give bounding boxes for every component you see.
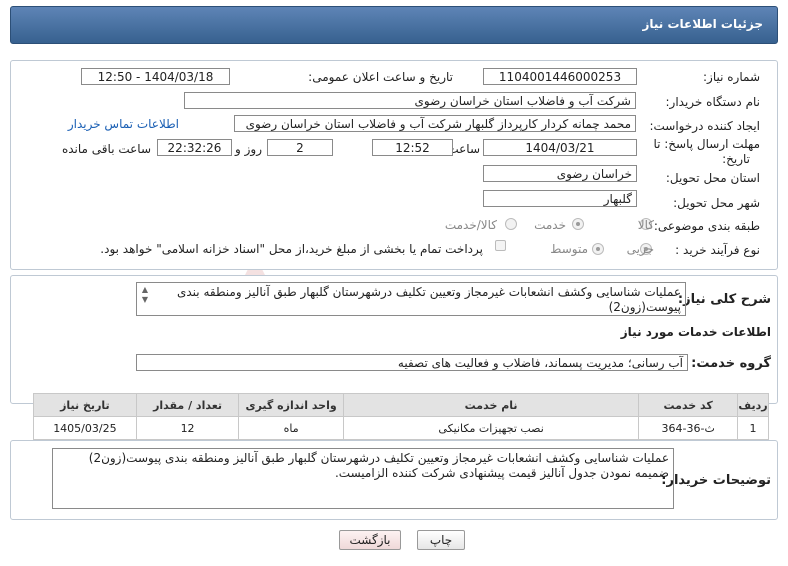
deadline-label: مهلت ارسال پاسخ: تا bbox=[653, 137, 760, 151]
category-radio-goods-service[interactable] bbox=[505, 218, 517, 230]
col-service-code: کد خدمت bbox=[638, 393, 739, 417]
city-field[interactable]: گلبهار bbox=[483, 190, 637, 207]
deadline-date-field[interactable]: 1404/03/21 bbox=[483, 139, 637, 156]
days-field[interactable]: 2 bbox=[267, 139, 333, 156]
province-label: استان محل تحویل: bbox=[665, 171, 760, 185]
cell-quantity: 12 bbox=[135, 416, 240, 440]
service-group-field[interactable]: آب رسانی؛ مدیریت پسماند، فاضلاب و فعالیت… bbox=[136, 354, 688, 371]
page-title: جزئیات اطلاعات نیاز bbox=[642, 17, 763, 31]
days-label: روز و bbox=[235, 142, 262, 156]
process-label: نوع فرآیند خرید : bbox=[675, 243, 760, 257]
cell-service-code: ث-36-364 bbox=[638, 416, 739, 440]
summary-text: عملیات شناسایی وکشف انشعابات غیرمجاز وتع… bbox=[176, 285, 681, 314]
requester-label: ایجاد کننده درخواست: bbox=[649, 119, 760, 133]
category-option-service: خدمت bbox=[534, 218, 566, 232]
process-radio-medium[interactable] bbox=[592, 243, 604, 255]
buyer-notes-textarea[interactable]: عملیات شناسایی وکشف انشعابات غیرمجاز وتع… bbox=[52, 448, 674, 509]
deadline-date-label: تاریخ: bbox=[722, 152, 750, 166]
category-option-goods: کالا bbox=[637, 218, 654, 232]
treasury-checkbox[interactable] bbox=[495, 240, 506, 251]
deadline-time-field[interactable]: 12:52 bbox=[372, 139, 453, 156]
category-radio-service[interactable] bbox=[572, 218, 584, 230]
buyer-notes-label: توضیحات خریدار: bbox=[661, 473, 771, 488]
summary-label: شرح کلی نیاز: bbox=[677, 292, 771, 307]
need-number-field[interactable]: 1104001446000253 bbox=[483, 68, 637, 85]
col-need-date: تاریخ نیاز bbox=[33, 393, 137, 417]
announce-label: تاریخ و ساعت اعلان عمومی: bbox=[308, 70, 453, 84]
cell-service-name: نصب تجهیزات مکانیکی bbox=[342, 416, 640, 440]
table-header-row: ردیف کد خدمت نام خدمت واحد اندازه گیری ت… bbox=[33, 393, 769, 417]
need-number-label: شماره نیاز: bbox=[703, 70, 760, 84]
buyer-org-label: نام دستگاه خریدار: bbox=[665, 95, 761, 109]
cell-row: 1 bbox=[737, 416, 769, 440]
summary-scrollbar[interactable]: ▲ ▼ bbox=[139, 285, 151, 313]
remaining-time-field[interactable]: 22:32:26 bbox=[157, 139, 232, 156]
col-unit: واحد اندازه گیری bbox=[238, 393, 344, 417]
buyer-contact-link[interactable]: اطلاعات تماس خریدار bbox=[68, 117, 179, 131]
process-option-minor: جزیی bbox=[626, 242, 654, 256]
col-service-name: نام خدمت bbox=[342, 393, 640, 417]
payment-note: پرداخت تمام یا بخشی از مبلغ خرید،از محل … bbox=[100, 242, 483, 256]
back-button[interactable]: بازگشت bbox=[339, 530, 401, 550]
requester-field[interactable]: محمد چمانه کردار کارپرداز گلبهار شرکت آب… bbox=[234, 115, 636, 132]
print-button[interactable]: چاپ bbox=[417, 530, 465, 550]
cell-unit: ماه bbox=[238, 416, 344, 440]
table-row: 1 ث-36-364 نصب تجهیزات مکانیکی ماه 12 14… bbox=[33, 416, 769, 440]
category-label: طبقه بندی موضوعی: bbox=[653, 219, 760, 233]
cell-need-date: 1405/03/25 bbox=[33, 416, 137, 440]
buyer-org-field[interactable]: شرکت آب و فاضلاب استان خراسان رضوی bbox=[184, 92, 636, 109]
service-group-label: گروه خدمت: bbox=[691, 356, 771, 371]
process-option-medium: متوسط bbox=[550, 242, 588, 256]
city-label: شهر محل تحویل: bbox=[673, 196, 760, 210]
services-table: ردیف کد خدمت نام خدمت واحد اندازه گیری ت… bbox=[33, 393, 769, 440]
page-header: جزئیات اطلاعات نیاز bbox=[10, 6, 778, 44]
col-row: ردیف bbox=[737, 393, 769, 417]
category-option-goods-service: کالا/خدمت bbox=[444, 218, 497, 232]
remaining-time-label: ساعت باقی مانده bbox=[61, 142, 151, 156]
buyer-notes-text: عملیات شناسایی وکشف انشعابات غیرمجاز وتع… bbox=[88, 451, 669, 480]
summary-textarea[interactable]: عملیات شناسایی وکشف انشعابات غیرمجاز وتع… bbox=[136, 282, 686, 316]
announce-datetime-field[interactable]: 1404/03/18 - 12:50 bbox=[81, 68, 230, 85]
province-field[interactable]: خراسان رضوی bbox=[483, 165, 637, 182]
col-quantity: تعداد / مقدار bbox=[135, 393, 240, 417]
services-section-title: اطلاعات خدمات مورد نیاز bbox=[620, 325, 771, 339]
